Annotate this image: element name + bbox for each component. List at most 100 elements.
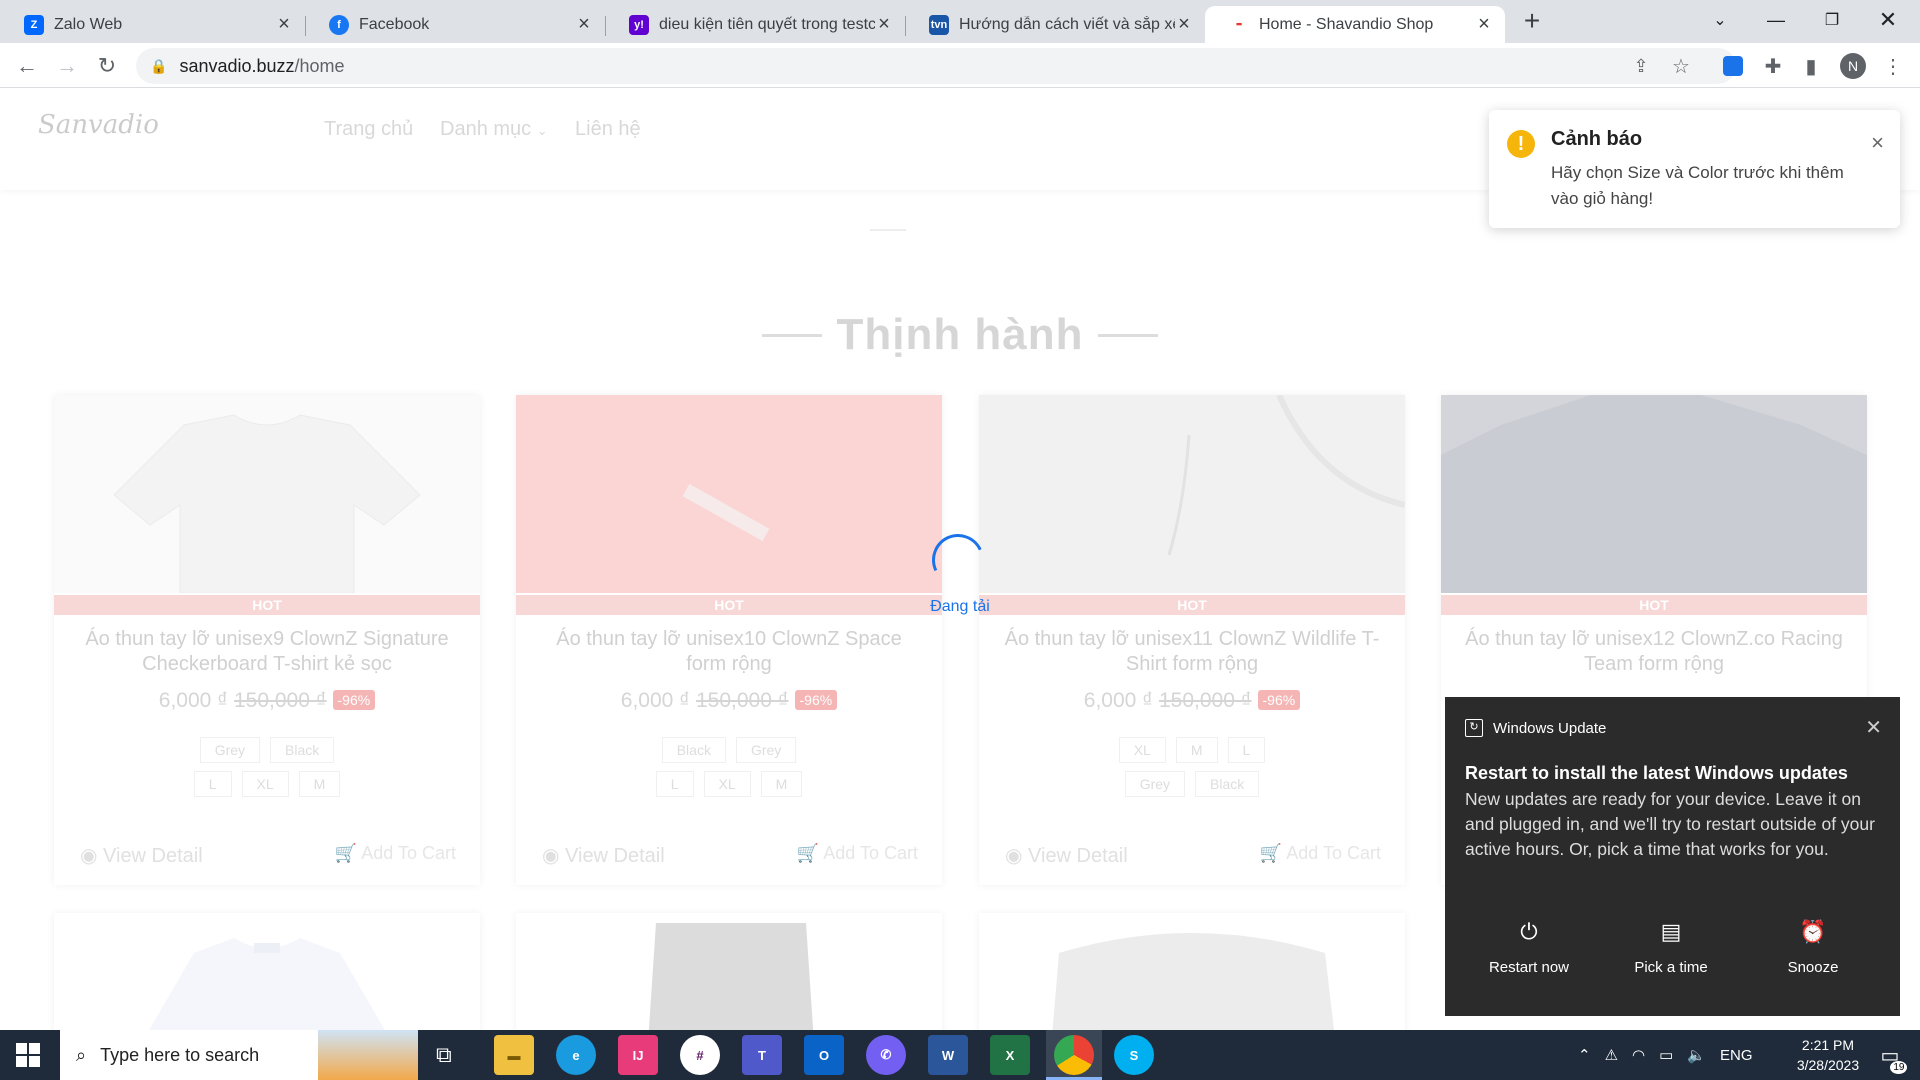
close-icon[interactable]: × [875, 13, 893, 35]
windows-start-icon[interactable] [16, 1043, 40, 1067]
toast-title: Cảnh báo [1551, 128, 1643, 150]
task-view-icon[interactable]: ⧉ [436, 1042, 452, 1068]
back-button[interactable]: ← [10, 49, 44, 83]
tab-facebook[interactable]: f Facebook × [305, 6, 605, 43]
teams-icon[interactable]: T [742, 1035, 782, 1075]
battery-icon[interactable]: ▭ [1659, 1046, 1673, 1064]
slack-icon[interactable]: # [680, 1035, 720, 1075]
new-tab-button[interactable]: + [1518, 7, 1546, 36]
color-option[interactable]: Black [1195, 771, 1260, 797]
bookmark-star-icon[interactable]: ☆ [1666, 51, 1696, 81]
product-image[interactable] [516, 395, 942, 593]
tab-tvn[interactable]: tvn Hướng dẫn cách viết và sắp xếp × [905, 6, 1205, 43]
extensions-puzzle-icon[interactable]: ✚ [1758, 51, 1788, 81]
add-to-cart-button[interactable]: 🛒 Add To Cart [797, 843, 918, 864]
size-option[interactable]: M [760, 771, 803, 797]
skype-icon[interactable]: S [1114, 1035, 1154, 1075]
tab-zalo[interactable]: Z Zalo Web × [0, 6, 305, 43]
product-card[interactable]: HOT Áo thun tay lỡ unisex9 ClownZ Signat… [54, 395, 480, 885]
site-logo[interactable]: Sanvadio [38, 110, 159, 140]
file-explorer-icon[interactable]: ▬ [494, 1035, 534, 1075]
product-name[interactable]: Áo thun tay lỡ unisex10 ClownZ Space for… [536, 627, 922, 677]
security-icon[interactable]: ⚠ [1605, 1046, 1618, 1064]
nav-category[interactable]: Danh mục ⌄ [440, 118, 548, 141]
close-icon[interactable]: × [575, 13, 593, 35]
nav-contact[interactable]: Liên hệ [575, 118, 641, 141]
color-option[interactable]: Grey [199, 737, 261, 763]
nav-home[interactable]: Trang chủ [324, 118, 413, 141]
color-option[interactable]: Grey [1124, 771, 1186, 797]
close-window-button[interactable]: ✕ [1860, 0, 1916, 40]
product-image[interactable] [1441, 395, 1867, 593]
wifi-icon[interactable]: ◠ [1632, 1046, 1645, 1064]
add-to-cart-button[interactable]: 🛒 Add To Cart [335, 843, 456, 864]
snooze-button[interactable]: ⏰ Snooze [1743, 919, 1883, 976]
language-indicator[interactable]: ENG [1720, 1047, 1753, 1064]
color-option[interactable]: Grey [735, 737, 797, 763]
close-icon[interactable]: × [1871, 130, 1884, 156]
close-icon[interactable]: × [275, 13, 293, 35]
view-detail-button[interactable]: ◉ View Detail [1005, 843, 1128, 868]
loading-label: Đang tải [930, 598, 990, 615]
intellij-icon[interactable]: IJ [618, 1035, 658, 1075]
size-option[interactable]: XL [1118, 737, 1166, 763]
size-option[interactable]: M [1175, 737, 1218, 763]
restart-now-button[interactable]: ⏻ Restart now [1459, 919, 1599, 976]
share-icon[interactable]: ⇪ [1626, 51, 1656, 81]
restore-button[interactable]: ❐ [1804, 0, 1860, 40]
add-to-cart-button[interactable]: 🛒 Add To Cart [1260, 843, 1381, 864]
size-option[interactable]: L [655, 771, 694, 797]
address-bar[interactable]: 🔒 sanvadio.buzz/home [136, 48, 1736, 84]
taskbar-search-input[interactable]: ⌕ Type here to search [60, 1030, 418, 1080]
profile-avatar[interactable]: N [1838, 51, 1868, 81]
pick-a-time-button[interactable]: ▤ Pick a time [1601, 919, 1741, 976]
tab-shop[interactable]: ⁃ Home - Shavandio Shop × [1205, 6, 1505, 43]
product-card[interactable]: HOT Áo thun tay lỡ unisex11 ClownZ Wildl… [979, 395, 1405, 885]
chrome-taskbar-button[interactable] [1046, 1030, 1102, 1080]
close-icon[interactable]: × [1475, 13, 1493, 35]
product-image[interactable] [54, 395, 480, 593]
color-option[interactable]: Black [270, 737, 335, 763]
clock[interactable]: 2:21 PM 3/28/2023 [1778, 1030, 1878, 1080]
chevron-up-icon[interactable]: ⌃ [1578, 1046, 1591, 1064]
notification-center-icon[interactable]: ▭ 19 [1870, 1030, 1910, 1080]
product-price: 6,000 ₫ 150,000 ₫ -96% [979, 689, 1405, 713]
facebook-icon: f [329, 14, 349, 35]
product-card[interactable] [516, 913, 942, 1030]
view-detail-button[interactable]: ◉ View Detail [80, 843, 203, 868]
size-option[interactable]: XL [241, 771, 289, 797]
product-card[interactable] [54, 913, 480, 1030]
volume-muted-icon[interactable]: 🔈 [1687, 1046, 1706, 1064]
size-option[interactable]: L [193, 771, 232, 797]
divider [870, 229, 906, 231]
size-option[interactable]: L [1227, 737, 1266, 763]
shop-icon: ⁃ [1235, 16, 1243, 34]
notification-heading: Restart to install the latest Windows up… [1465, 763, 1848, 783]
side-panel-icon[interactable]: ▮ [1796, 51, 1826, 81]
extension-drop-icon[interactable] [1718, 51, 1748, 81]
menu-kebab-icon[interactable]: ⋮ [1878, 51, 1908, 81]
reload-button[interactable]: ↻ [90, 49, 124, 83]
outlook-icon[interactable]: O [804, 1035, 844, 1075]
size-option[interactable]: M [298, 771, 341, 797]
product-card[interactable]: HOT Áo thun tay lỡ unisex10 ClownZ Space… [516, 395, 942, 885]
product-name[interactable]: Áo thun tay lỡ unisex12 ClownZ.co Racing… [1461, 627, 1847, 677]
close-icon[interactable]: ✕ [1865, 715, 1882, 740]
product-name[interactable]: Áo thun tay lỡ unisex11 ClownZ Wildlife … [999, 627, 1385, 677]
tab-yahoo[interactable]: y! dieu kiện tiên quyết trong testcas × [605, 6, 905, 43]
product-card[interactable] [979, 913, 1405, 1030]
excel-icon[interactable]: X [990, 1035, 1030, 1075]
viber-icon[interactable]: ✆ [866, 1035, 906, 1075]
minimize-button[interactable]: — [1748, 0, 1804, 40]
word-icon[interactable]: W [928, 1035, 968, 1075]
product-image[interactable] [979, 395, 1405, 593]
warning-icon: ! [1507, 130, 1535, 158]
edge-icon[interactable]: e [556, 1035, 596, 1075]
close-icon[interactable]: × [1175, 13, 1193, 35]
view-detail-button[interactable]: ◉ View Detail [542, 843, 665, 868]
product-name[interactable]: Áo thun tay lỡ unisex9 ClownZ Signature … [74, 627, 460, 677]
forward-button[interactable]: → [50, 49, 84, 83]
color-option[interactable]: Black [661, 737, 726, 763]
size-option[interactable]: XL [703, 771, 751, 797]
tab-search-button[interactable]: ⌄ [1692, 0, 1748, 40]
